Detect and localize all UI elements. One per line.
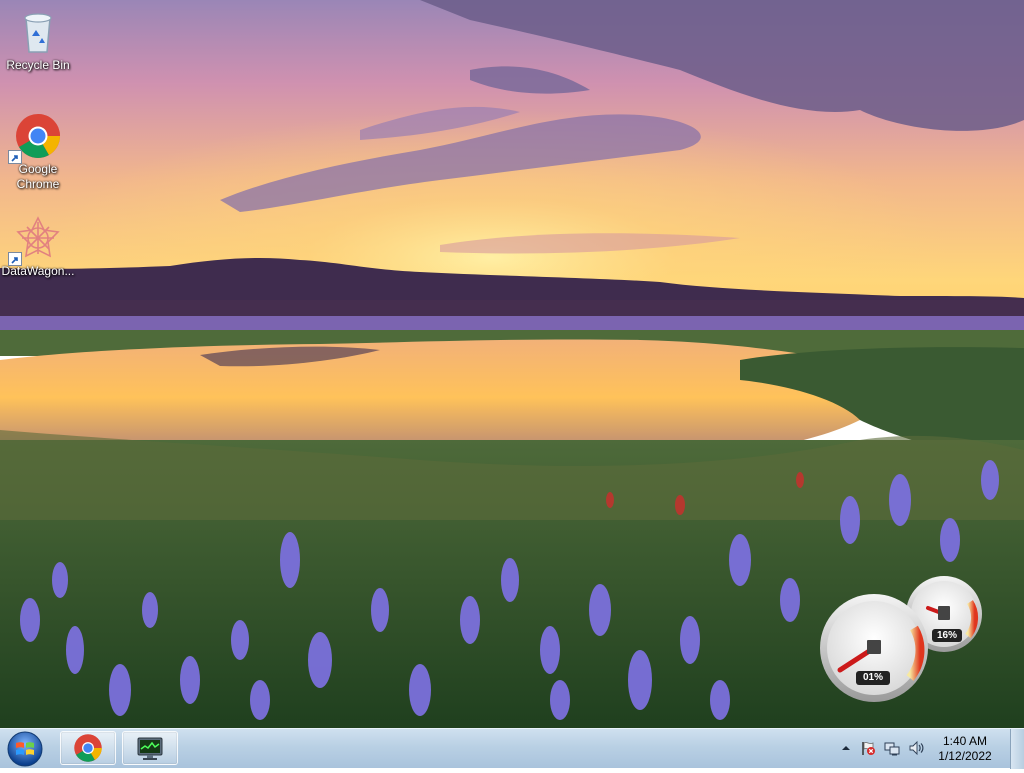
datawagon-icon — [8, 214, 62, 266]
cpu-percent-label: 01% — [862, 672, 883, 683]
start-button[interactable] — [4, 730, 46, 768]
desktop: Recycle Bin Google Chrome DataWagon... 1… — [0, 0, 1024, 728]
clock-time: 1:40 AM — [942, 734, 988, 748]
label-line-2: Chrome — [16, 177, 60, 191]
taskbar-button-task-manager[interactable] — [122, 731, 178, 765]
cpu-dial — [820, 594, 928, 702]
shortcut-arrow-icon — [8, 252, 22, 266]
chrome-icon — [8, 112, 62, 164]
taskbar: 1:40 AM 1/12/2022 — [0, 728, 1024, 769]
network-icon[interactable] — [884, 740, 900, 756]
show-hidden-icons-icon[interactable] — [838, 740, 854, 756]
memory-percent-label: 16% — [936, 630, 957, 641]
desktop-icon-recycle-bin[interactable]: Recycle Bin — [0, 8, 76, 73]
monitor-icon — [135, 736, 165, 767]
desktop-icon-label: Google Chrome — [0, 162, 76, 192]
recycle-bin-icon — [14, 8, 62, 56]
show-desktop-button[interactable] — [1010, 729, 1024, 769]
taskbar-clock[interactable]: 1:40 AM 1/12/2022 — [930, 734, 1000, 764]
system-tray: 1:40 AM 1/12/2022 — [834, 729, 1024, 769]
chrome-icon — [73, 733, 103, 768]
desktop-icon-datawagon[interactable]: DataWagon... — [0, 214, 76, 279]
shortcut-arrow-icon — [8, 150, 22, 164]
action-center-flag-icon[interactable] — [860, 740, 876, 756]
desktop-icon-google-chrome[interactable]: Google Chrome — [0, 112, 76, 192]
taskbar-button-chrome[interactable] — [60, 731, 116, 765]
clock-date: 1/12/2022 — [938, 749, 992, 763]
cpu-meter-gadget[interactable]: 16% 01% — [818, 574, 990, 704]
volume-icon[interactable] — [908, 740, 924, 756]
desktop-icon-label: Recycle Bin — [6, 58, 70, 72]
